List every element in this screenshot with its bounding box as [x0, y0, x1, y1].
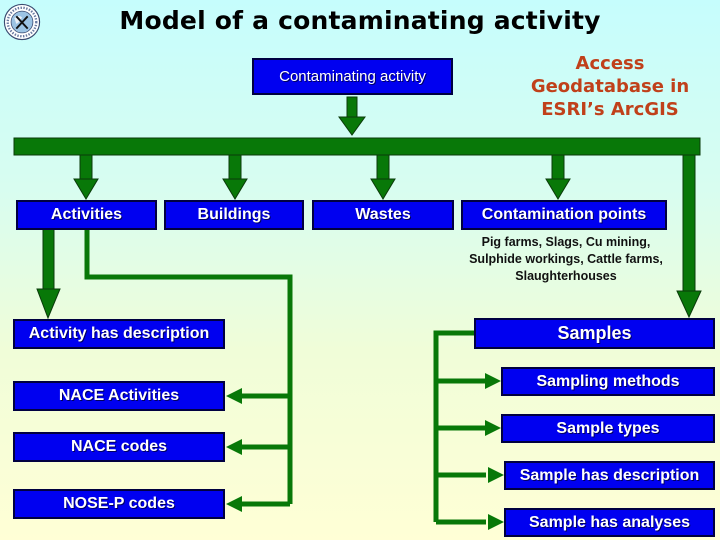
arrow-to-sampling-methods: [485, 373, 501, 389]
arrow-to-sample-analyses: [488, 514, 504, 530]
box-wastes[interactable]: Wastes: [312, 200, 454, 230]
box-nose-p-codes[interactable]: NOSE-P codes: [13, 489, 225, 519]
box-sample-types[interactable]: Sample types: [501, 414, 715, 443]
box-label: NACE codes: [70, 438, 168, 455]
root-label: Contaminating activity: [279, 68, 426, 85]
arrow-to-wastes: [370, 154, 396, 200]
arrow-to-contamination-points: [545, 154, 571, 200]
arrow-to-sample-description: [488, 467, 504, 483]
box-label: NOSE-P codes: [63, 495, 175, 512]
main-bar: [13, 137, 701, 156]
box-label: Sample types: [556, 419, 660, 437]
root-box-contaminating-activity[interactable]: Contaminating activity: [252, 58, 453, 95]
box-nace-activities[interactable]: NACE Activities: [13, 381, 225, 411]
box-sampling-methods[interactable]: Sampling methods: [501, 367, 715, 396]
activities-to-bracket: [84, 229, 293, 504]
box-label: Wastes: [355, 206, 411, 223]
arrow-to-sample-types: [485, 420, 501, 436]
arrow-to-nace-activities: [226, 388, 242, 404]
box-sample-has-analyses[interactable]: Sample has analyses: [504, 508, 715, 537]
arrow-to-activity-description: [36, 228, 61, 320]
box-samples[interactable]: Samples: [474, 318, 715, 349]
box-label: Sample has description: [519, 466, 700, 484]
box-contamination-points[interactable]: Contamination points: [461, 200, 667, 230]
box-sample-has-description[interactable]: Sample has description: [504, 461, 715, 490]
box-activities[interactable]: Activities: [16, 200, 157, 230]
box-buildings[interactable]: Buildings: [164, 200, 304, 230]
box-label: NACE Activities: [58, 387, 180, 404]
box-label: Activity has description: [28, 325, 210, 342]
box-label: Contamination points: [481, 206, 647, 223]
arrow-to-activities: [73, 154, 99, 200]
arrow-to-buildings: [222, 154, 248, 200]
box-label: Sampling methods: [536, 372, 680, 390]
arrow-to-nose-p-codes: [226, 496, 242, 512]
box-nace-codes[interactable]: NACE codes: [13, 432, 225, 462]
box-label: Samples: [557, 323, 632, 343]
arrow-to-samples: [676, 154, 702, 319]
contamination-points-note: Pig farms, Slags, Cu mining, Sulphide wo…: [469, 235, 663, 283]
box-label: Buildings: [197, 206, 271, 223]
arrow-to-nace-codes: [226, 439, 242, 455]
box-label: Activities: [50, 206, 123, 223]
box-activity-has-description[interactable]: Activity has description: [13, 319, 225, 349]
box-label: Sample has analyses: [529, 513, 690, 531]
arrow-root-to-bar: [338, 96, 366, 136]
